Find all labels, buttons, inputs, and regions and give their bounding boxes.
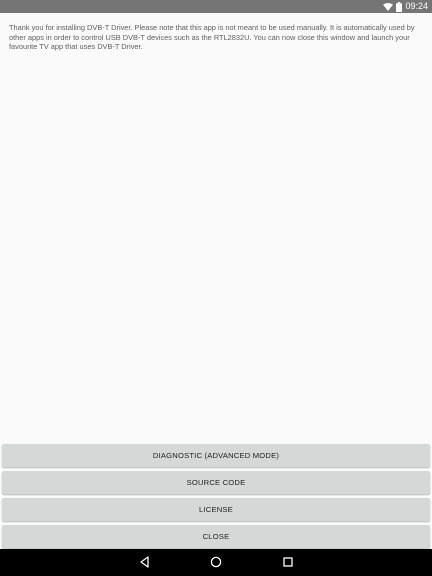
license-button[interactable]: LICENSE [2,498,430,521]
source-code-button[interactable]: SOURCE CODE [2,471,430,494]
install-message: Thank you for installing DVB-T Driver. P… [9,23,415,51]
recents-icon[interactable] [281,555,295,569]
home-icon[interactable] [209,555,223,569]
app-screen: 09:24 Thank you for installing DVB-T Dri… [0,0,432,576]
wifi-icon [383,2,394,11]
navigation-bar [0,549,432,576]
diagnostic-button[interactable]: DIAGNOSTIC (ADVANCED MODE) [2,444,430,467]
close-button[interactable]: CLOSE [2,525,430,548]
status-time: 09:24 [405,1,428,11]
status-bar: 09:24 [0,0,432,13]
back-icon[interactable] [138,555,152,569]
status-icons: 09:24 [383,0,428,13]
battery-icon [396,1,403,12]
